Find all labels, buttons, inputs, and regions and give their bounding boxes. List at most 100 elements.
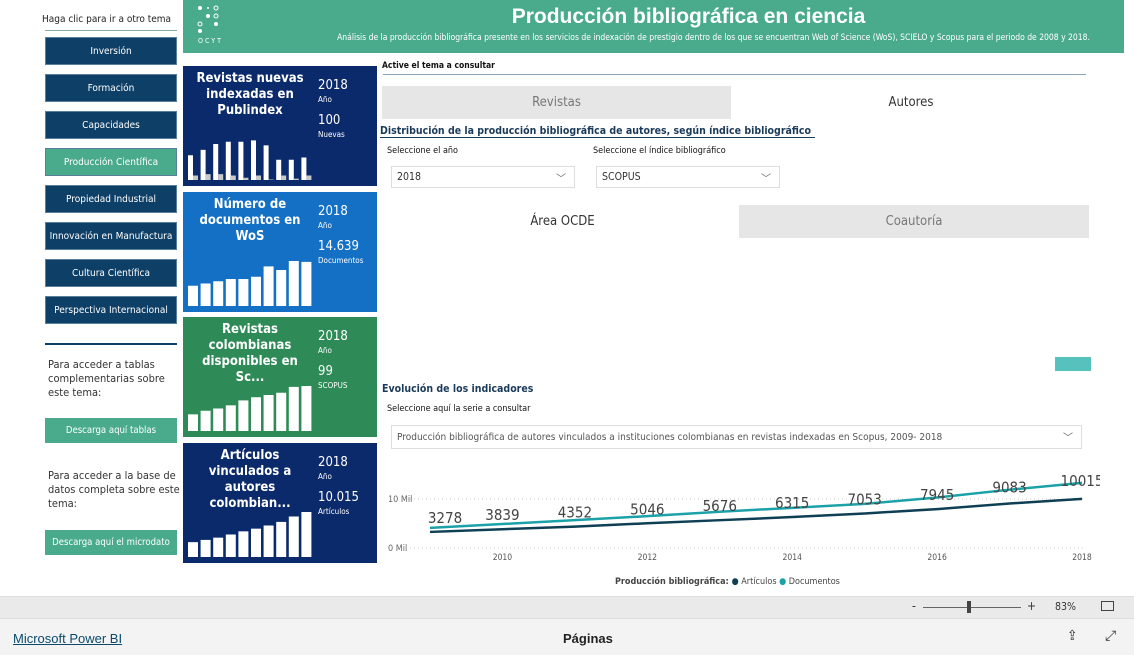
data-label: 9083	[992, 479, 1026, 497]
nav-item[interactable]: Cultura Científica	[45, 259, 177, 287]
cell-pct: 25,70%	[588, 340, 674, 369]
page-title: Producción bibliográfica en ciencia	[511, 5, 866, 28]
mini-bar	[301, 386, 312, 431]
tab-revistas[interactable]: Revistas	[382, 86, 731, 119]
nav-item[interactable]: Capacidades	[45, 111, 177, 139]
zoom-level: 83%	[1055, 601, 1076, 613]
download-tables-button[interactable]: Descarga aquí tablas	[45, 418, 177, 443]
mini-bar-secondary	[306, 175, 312, 180]
mini-bar	[276, 392, 287, 431]
year-label: Seleccione el año	[387, 146, 459, 156]
x-tick-label: 2018	[1072, 553, 1092, 563]
mini-bar-secondary	[243, 177, 249, 180]
data-label: 3278	[428, 509, 462, 527]
x-tick-label: 2012	[638, 553, 658, 563]
tab-autores[interactable]: Autores	[731, 86, 1091, 119]
kpi-card[interactable]: Revistas nuevas indexadas en Publindex 20…	[183, 66, 377, 186]
fit-page-icon[interactable]	[1101, 601, 1114, 611]
mini-bar-secondary	[193, 175, 198, 180]
mini-bar	[188, 414, 198, 431]
powerbi-link[interactable]: Microsoft Power BI	[13, 631, 122, 646]
kpi-card[interactable]: Artículos vinculados a autores colombian…	[183, 443, 377, 563]
series-dropdown[interactable]: Producción bibliográfica de autores vinc…	[391, 425, 1082, 449]
zoom-out-button[interactable]: -	[912, 599, 916, 613]
tables-note: Para acceder a tablas complementarias so…	[48, 358, 165, 399]
database-note: Para acceder a la base de datos completa…	[48, 469, 180, 510]
mini-bar	[200, 283, 211, 306]
zoom-in-button[interactable]: +	[1027, 599, 1036, 613]
treemap-cell[interactable]: Ciencias sociales 11,21%	[899, 249, 1055, 312]
mini-bar	[251, 397, 261, 431]
mini-bar-secondary	[293, 178, 299, 180]
mini-bar-secondary	[281, 175, 287, 180]
mini-bar	[213, 408, 224, 431]
cell-pct: 28,03%	[390, 340, 476, 369]
treemap-cell[interactable]: Ciencias médicas y de la... 19,02%	[765, 249, 899, 371]
treemap-cell[interactable]: Ingeniería y tecnología 25,70%	[584, 249, 765, 371]
nav-item[interactable]: Formación	[45, 74, 177, 102]
data-label: 5046	[630, 500, 664, 518]
tab-coautoria[interactable]: Coautoría	[739, 205, 1089, 238]
nav-item[interactable]: Propiedad Industrial	[45, 185, 177, 213]
cell-pct: 19,02%	[769, 340, 855, 369]
treemap-cell[interactable]: Humanidades 10,77%	[899, 312, 1055, 371]
footer-bar: Microsoft Power BI Páginas ⇪ ⤢	[0, 618, 1134, 655]
index-value: SCOPUS	[602, 171, 641, 183]
mini-bar	[288, 159, 294, 180]
chevron-down-icon: ﹀	[1063, 433, 1073, 444]
mini-bar	[276, 159, 282, 180]
mini-bar	[263, 395, 274, 431]
mini-bar	[225, 279, 236, 306]
mini-bar	[263, 266, 274, 306]
mini-bar-chart	[188, 512, 312, 557]
ocyt-logo: OCYT	[197, 5, 221, 45]
cell-label: Ciencias naturales y exactas	[391, 254, 533, 267]
treemap-cell[interactable]: Ciencias naturales y exactas 28,03%	[386, 249, 584, 371]
y-tick-label: 0 Mil	[388, 544, 407, 554]
topic-label: Active el tema a consultar	[382, 61, 495, 71]
mini-bar	[288, 386, 299, 431]
mini-bar	[301, 512, 312, 557]
treemap-cell[interactable]: Cie... •••	[1055, 249, 1091, 371]
x-tick-label: 2010	[493, 553, 513, 563]
zoom-slider[interactable]	[923, 607, 1021, 608]
nav-item[interactable]: Producción Científica	[45, 148, 177, 176]
mini-bar	[276, 521, 287, 557]
zoom-slider-thumb[interactable]	[967, 601, 972, 613]
series-line-Artículos	[429, 497, 1083, 534]
mini-bar	[251, 276, 261, 306]
share-icon[interactable]: ⇪	[1067, 628, 1078, 644]
mini-bar	[238, 141, 244, 180]
mini-bar-secondary	[218, 174, 224, 180]
data-label: 7053	[847, 490, 881, 508]
kpi-card[interactable]: Revistas colombianas disponibles en Sc..…	[183, 317, 377, 437]
cell-pct: 10,77%	[903, 340, 989, 369]
kpi-card[interactable]: Número de documentos en WoS 2018 Año 14.639…	[183, 192, 377, 312]
mini-bar	[213, 537, 224, 557]
mini-bar	[251, 140, 256, 180]
chevron-down-icon: ﹀	[556, 174, 566, 185]
fullscreen-icon[interactable]: ⤢	[1105, 628, 1116, 644]
year-dropdown[interactable]: 2018 ﹀	[391, 166, 575, 188]
data-label: 7945	[920, 486, 954, 504]
mini-bar-secondary	[230, 175, 236, 180]
pages-button[interactable]: Páginas	[563, 631, 613, 646]
mini-bar-chart	[188, 386, 312, 431]
treemap-small-cell[interactable]	[1055, 357, 1091, 371]
cell-label: Humanidades	[904, 317, 973, 330]
nav-item[interactable]: Inversión	[45, 37, 177, 65]
year-value: 2018	[397, 171, 422, 183]
more-icon: •••	[1060, 337, 1085, 353]
nav-item[interactable]: Innovación en Manufactura	[45, 222, 177, 250]
tab-area-ocde[interactable]: Área OCDE	[386, 205, 739, 238]
mini-bar	[238, 279, 249, 306]
data-label: 3839	[485, 506, 519, 524]
mini-bar	[188, 542, 198, 557]
nav-item[interactable]: Perspectiva Internacional	[45, 296, 177, 324]
line-chart: 0 Mil 10 Mil 2010 2012 2014 2016 2018 3278 3839 4…	[388, 472, 1100, 587]
data-label: 10015	[1061, 472, 1100, 490]
series-label: Seleccione aquí la serie a consultar	[387, 404, 531, 414]
download-microdata-button[interactable]: Descarga aquí el microdato	[45, 530, 177, 555]
index-dropdown[interactable]: SCOPUS ﹀	[596, 166, 780, 188]
legend: Producción bibliográfica: ● Artículos ● …	[615, 576, 840, 587]
